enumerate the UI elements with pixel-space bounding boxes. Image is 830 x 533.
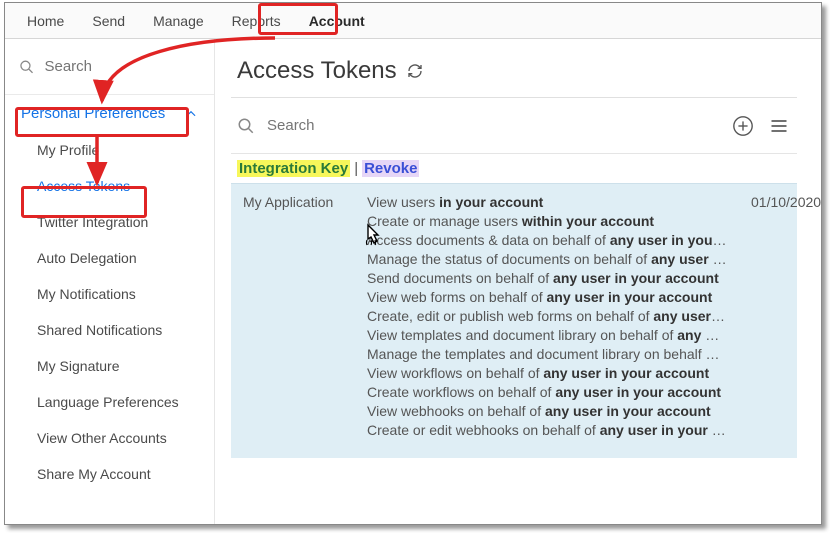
- section-label: Personal Preferences: [21, 105, 165, 122]
- hamburger-icon: [769, 116, 789, 136]
- sidebar-item-my-signature[interactable]: My Signature: [5, 348, 214, 384]
- tab-account[interactable]: Account: [295, 3, 379, 38]
- sidebar-item-language-preferences[interactable]: Language Preferences: [5, 384, 214, 420]
- sidebar-items: My Profile Access Tokens Twitter Integra…: [5, 132, 214, 492]
- refresh-icon[interactable]: [407, 63, 423, 79]
- permission-item: Access documents & data on behalf of any…: [367, 232, 727, 248]
- tab-home[interactable]: Home: [13, 3, 78, 38]
- token-permissions: View users in your account Create or man…: [367, 194, 727, 438]
- permission-item: Manage the status of documents on behalf…: [367, 251, 727, 267]
- sidebar: Personal Preferences My Profile Access T…: [5, 39, 215, 524]
- main-search[interactable]: [237, 117, 719, 135]
- sidebar-item-auto-delegation[interactable]: Auto Delegation: [5, 240, 214, 276]
- menu-button[interactable]: [767, 114, 791, 138]
- tab-reports[interactable]: Reports: [218, 3, 295, 38]
- permission-item: View templates and document library on b…: [367, 327, 727, 343]
- top-tabs: Home Send Manage Reports Account: [5, 3, 821, 39]
- permission-item: Create or edit webhooks on behalf of any…: [367, 422, 727, 438]
- search-icon: [19, 58, 34, 76]
- sidebar-item-my-notifications[interactable]: My Notifications: [5, 276, 214, 312]
- sidebar-item-twitter-integration[interactable]: Twitter Integration: [5, 204, 214, 240]
- tab-manage[interactable]: Manage: [139, 3, 218, 38]
- permission-item: Manage the templates and document librar…: [367, 346, 727, 362]
- permission-item: View users in your account: [367, 194, 727, 210]
- chevron-up-icon: [184, 107, 198, 121]
- page-title: Access Tokens: [237, 57, 397, 85]
- permission-item: Create workflows on behalf of any user i…: [367, 384, 727, 400]
- main-content: Access Tokens Integration Key | Revoke: [215, 39, 821, 524]
- legend: Integration Key | Revoke: [231, 154, 797, 183]
- add-button[interactable]: [731, 114, 755, 138]
- permission-item: View web forms on behalf of any user in …: [367, 289, 727, 305]
- legend-integration-key: Integration Key: [237, 160, 350, 177]
- permission-item: Send documents on behalf of any user in …: [367, 270, 727, 286]
- sidebar-item-share-my-account[interactable]: Share My Account: [5, 456, 214, 492]
- sidebar-search-input[interactable]: [44, 58, 200, 75]
- permission-item: Create or manage users within your accou…: [367, 213, 727, 229]
- permission-item: View workflows on behalf of any user in …: [367, 365, 727, 381]
- permission-item: View webhooks on behalf of any user in y…: [367, 403, 727, 419]
- sidebar-item-my-profile[interactable]: My Profile: [5, 132, 214, 168]
- legend-separator: |: [354, 160, 358, 177]
- token-row[interactable]: My Application View users in your accoun…: [231, 183, 797, 458]
- tab-send[interactable]: Send: [78, 3, 139, 38]
- token-date: 01/10/2020: [751, 194, 821, 438]
- sidebar-item-shared-notifications[interactable]: Shared Notifications: [5, 312, 214, 348]
- sidebar-search[interactable]: [5, 39, 214, 95]
- main-search-input[interactable]: [267, 117, 466, 134]
- token-app-name: My Application: [243, 194, 343, 438]
- plus-icon: [732, 115, 754, 137]
- search-icon: [237, 117, 255, 135]
- sidebar-section-personal-preferences[interactable]: Personal Preferences: [5, 95, 214, 132]
- permission-item: Create, edit or publish web forms on beh…: [367, 308, 727, 324]
- sidebar-item-access-tokens[interactable]: Access Tokens: [5, 168, 214, 204]
- sidebar-item-view-other-accounts[interactable]: View Other Accounts: [5, 420, 214, 456]
- legend-revoke: Revoke: [362, 160, 419, 177]
